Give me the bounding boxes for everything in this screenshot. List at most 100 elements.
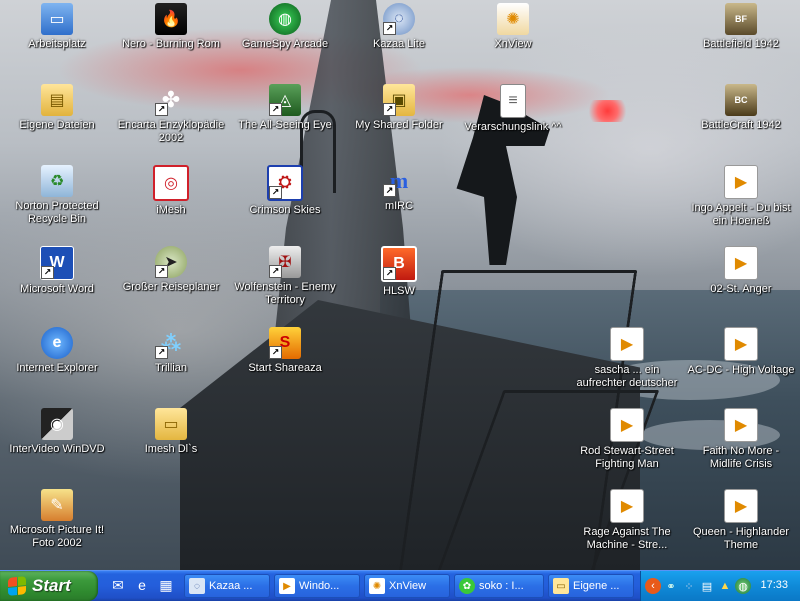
- battlecraft-icon: BC: [725, 84, 757, 116]
- kazaa-icon: ◌: [383, 3, 415, 35]
- task-label: Kazaa ...: [209, 580, 253, 592]
- reiseplaner-icon: ➤: [155, 246, 187, 278]
- icon-label: Verarschungslink ^^: [464, 121, 562, 133]
- start-button[interactable]: Start: [0, 571, 98, 601]
- taskbar-button-xnview[interactable]: ✺ XnView: [364, 574, 450, 598]
- icon-label: Ingo Appelt - Du bist ein Hoeneß: [691, 202, 791, 227]
- desktop-icon-imesh-dls[interactable]: ▭ Imesh Dl`s: [114, 408, 228, 486]
- task-label: XnView: [389, 580, 427, 592]
- icon-label: Nero - Burning Rom: [122, 38, 220, 50]
- desktop-icon-hlsw[interactable]: B HLSW: [342, 246, 456, 324]
- icon-label: sascha ... ein aufrechter deutscher: [576, 364, 678, 389]
- desktop-icon-kazaa[interactable]: ◌ Kazaa Lite: [342, 3, 456, 81]
- taskbar-button-kazaa[interactable]: ◌ Kazaa ...: [184, 574, 270, 598]
- wolfenstein-icon: ✠: [269, 246, 301, 278]
- folder-icon: ▭: [553, 578, 569, 594]
- desktop-icon-rod-stewart[interactable]: ▶ Rod Stewart-Street Fighting Man: [570, 408, 684, 486]
- icon-label: Norton Protected Recycle Bin: [15, 200, 99, 225]
- icon-label: Rod Stewart-Street Fighting Man: [580, 445, 674, 470]
- desktop-icon-crimson-skies[interactable]: ⛭ Crimson Skies: [228, 165, 342, 243]
- media-file-icon: ▶: [724, 327, 758, 361]
- recycle-bin-icon: ♻: [41, 165, 73, 197]
- document-icon: ≡: [500, 84, 526, 118]
- imesh-icon: ◎: [153, 165, 189, 201]
- desktop-icon-internet-explorer[interactable]: e Internet Explorer: [0, 327, 114, 405]
- taskbar-button-windows-media[interactable]: ▶ Windo...: [274, 574, 360, 598]
- icon-label: InterVideo WinDVD: [9, 443, 105, 455]
- desktop-icon-gamespy[interactable]: ◍ GameSpy Arcade: [228, 3, 342, 81]
- task-label: soko : I...: [479, 580, 524, 592]
- desktop-icon-wolfenstein[interactable]: ✠ Wolfenstein - Enemy Territory: [228, 246, 342, 324]
- gamespy-icon: ◍: [269, 3, 301, 35]
- icon-label: HLSW: [383, 285, 415, 297]
- desktop-icon-st-anger[interactable]: ▶ 02-St. Anger: [684, 246, 798, 324]
- task-label: Eigene ...: [573, 580, 620, 592]
- desktop-icon-xnview[interactable]: ✺ XnView: [456, 3, 570, 81]
- show-desktop-icon[interactable]: ▦: [156, 575, 176, 595]
- windvd-icon: ◉: [41, 408, 73, 440]
- desktop-icon-sascha[interactable]: ▶ sascha ... ein aufrechter deutscher: [570, 327, 684, 405]
- desktop-icon-arbeitsplatz[interactable]: ▭ Arbeitsplatz: [0, 3, 114, 81]
- desktop-icon-faith-no-more[interactable]: ▶ Faith No More - Midlife Crisis: [684, 408, 798, 486]
- taskbar-button-eigene-dateien[interactable]: ▭ Eigene ...: [548, 574, 634, 598]
- icon-label: Internet Explorer: [16, 362, 98, 374]
- desktop-icon-queen[interactable]: ▶ Queen - Highlander Theme: [684, 489, 798, 567]
- xnview-icon: ✺: [369, 578, 385, 594]
- icon-label: My Shared Folder: [355, 119, 443, 131]
- icon-label: Start Shareaza: [248, 362, 322, 374]
- desktop-icon-acdc[interactable]: ▶ AC-DC - High Voltage: [684, 327, 798, 405]
- taskbar-button-icq[interactable]: ✿ soko : I...: [454, 574, 544, 598]
- desktop-icon-trillian[interactable]: ⁂ Trillian: [114, 327, 228, 405]
- desktop-icon-ratm[interactable]: ▶ Rage Against The Machine - Stre...: [570, 489, 684, 567]
- globe-icon[interactable]: ◍: [735, 578, 751, 594]
- nero-icon: 🔥: [155, 3, 187, 35]
- clock[interactable]: 17:33: [760, 579, 788, 591]
- icon-label: GameSpy Arcade: [241, 38, 329, 50]
- internet-explorer-icon[interactable]: e: [132, 575, 152, 595]
- desktop-icon-windvd[interactable]: ◉ InterVideo WinDVD: [0, 408, 114, 486]
- desktop-icon-imesh[interactable]: ◎ iMesh: [114, 165, 228, 243]
- icon-label: The All-Seeing Eye: [238, 119, 332, 131]
- desktop-icon-microsoft-word[interactable]: W Microsoft Word: [0, 246, 114, 324]
- desktop-icon-mirc[interactable]: m mIRC: [342, 165, 456, 243]
- network-icon[interactable]: ⚭: [663, 578, 679, 594]
- trillian-icon: ⁂: [155, 327, 187, 359]
- tray-app-icon[interactable]: ▲: [717, 578, 733, 594]
- desktop-icon-my-shared-folder[interactable]: ▣ My Shared Folder: [342, 84, 456, 162]
- icon-label: Arbeitsplatz: [28, 38, 86, 50]
- media-file-icon: ▶: [724, 246, 758, 280]
- media-player-icon: ▶: [279, 578, 295, 594]
- xnview-icon: ✺: [497, 3, 529, 35]
- my-computer-icon: ▭: [41, 3, 73, 35]
- desktop-icon-all-seeing-eye[interactable]: ◬ The All-Seeing Eye: [228, 84, 342, 162]
- icon-label: Encarta Enzyklopädie 2002: [117, 119, 225, 144]
- desktop-icon-picture-it[interactable]: ✎ Microsoft Picture It! Foto 2002: [0, 489, 114, 567]
- windows-logo-icon: [8, 576, 26, 596]
- display-icon[interactable]: ▤: [699, 578, 715, 594]
- desktop-icon-reiseplaner[interactable]: ➤ Großer Reiseplaner: [114, 246, 228, 324]
- icon-label: 02-St. Anger: [710, 283, 772, 295]
- media-file-icon: ▶: [724, 408, 758, 442]
- outlook-express-icon[interactable]: ✉: [108, 575, 128, 595]
- task-label: Windo...: [299, 580, 340, 592]
- desktop-icon-encarta[interactable]: ✤ Encarta Enzyklopädie 2002: [114, 84, 228, 162]
- icon-label: Kazaa Lite: [373, 38, 425, 50]
- connections-icon[interactable]: ⁘: [681, 578, 697, 594]
- icon-label: Crimson Skies: [249, 204, 321, 216]
- desktop-icon-recycle-bin[interactable]: ♻ Norton Protected Recycle Bin: [0, 165, 114, 243]
- shareaza-icon: S: [269, 327, 301, 359]
- icon-label: Imesh Dl`s: [144, 443, 198, 455]
- taskbar: Start ✉ e ▦ ◌ Kazaa ... ▶ Windo... ✺ XnV…: [0, 570, 800, 601]
- desktop-icon-shareaza[interactable]: S Start Shareaza: [228, 327, 342, 405]
- desktop-icon-ingo-appelt[interactable]: ▶ Ingo Appelt - Du bist ein Hoeneß: [684, 165, 798, 243]
- desktop-icon-eigene-dateien[interactable]: ▤ Eigene Dateien: [0, 84, 114, 162]
- tray-expand-icon[interactable]: ‹: [645, 578, 661, 594]
- system-tray: ‹ ⚭ ⁘ ▤ ▲ ◍ 17:33: [640, 571, 800, 601]
- desktop-icon-verarschungslink[interactable]: ≡ Verarschungslink ^^: [456, 84, 570, 162]
- desktop-icon-nero[interactable]: 🔥 Nero - Burning Rom: [114, 3, 228, 81]
- desktop-icon-battlecraft[interactable]: BC BattleCraft 1942: [684, 84, 798, 162]
- picture-it-icon: ✎: [41, 489, 73, 521]
- desktop-icon-battlefield[interactable]: BF Battlefield 1942: [684, 3, 798, 81]
- all-seeing-eye-icon: ◬: [269, 84, 301, 116]
- icon-label: Trillian: [155, 362, 187, 374]
